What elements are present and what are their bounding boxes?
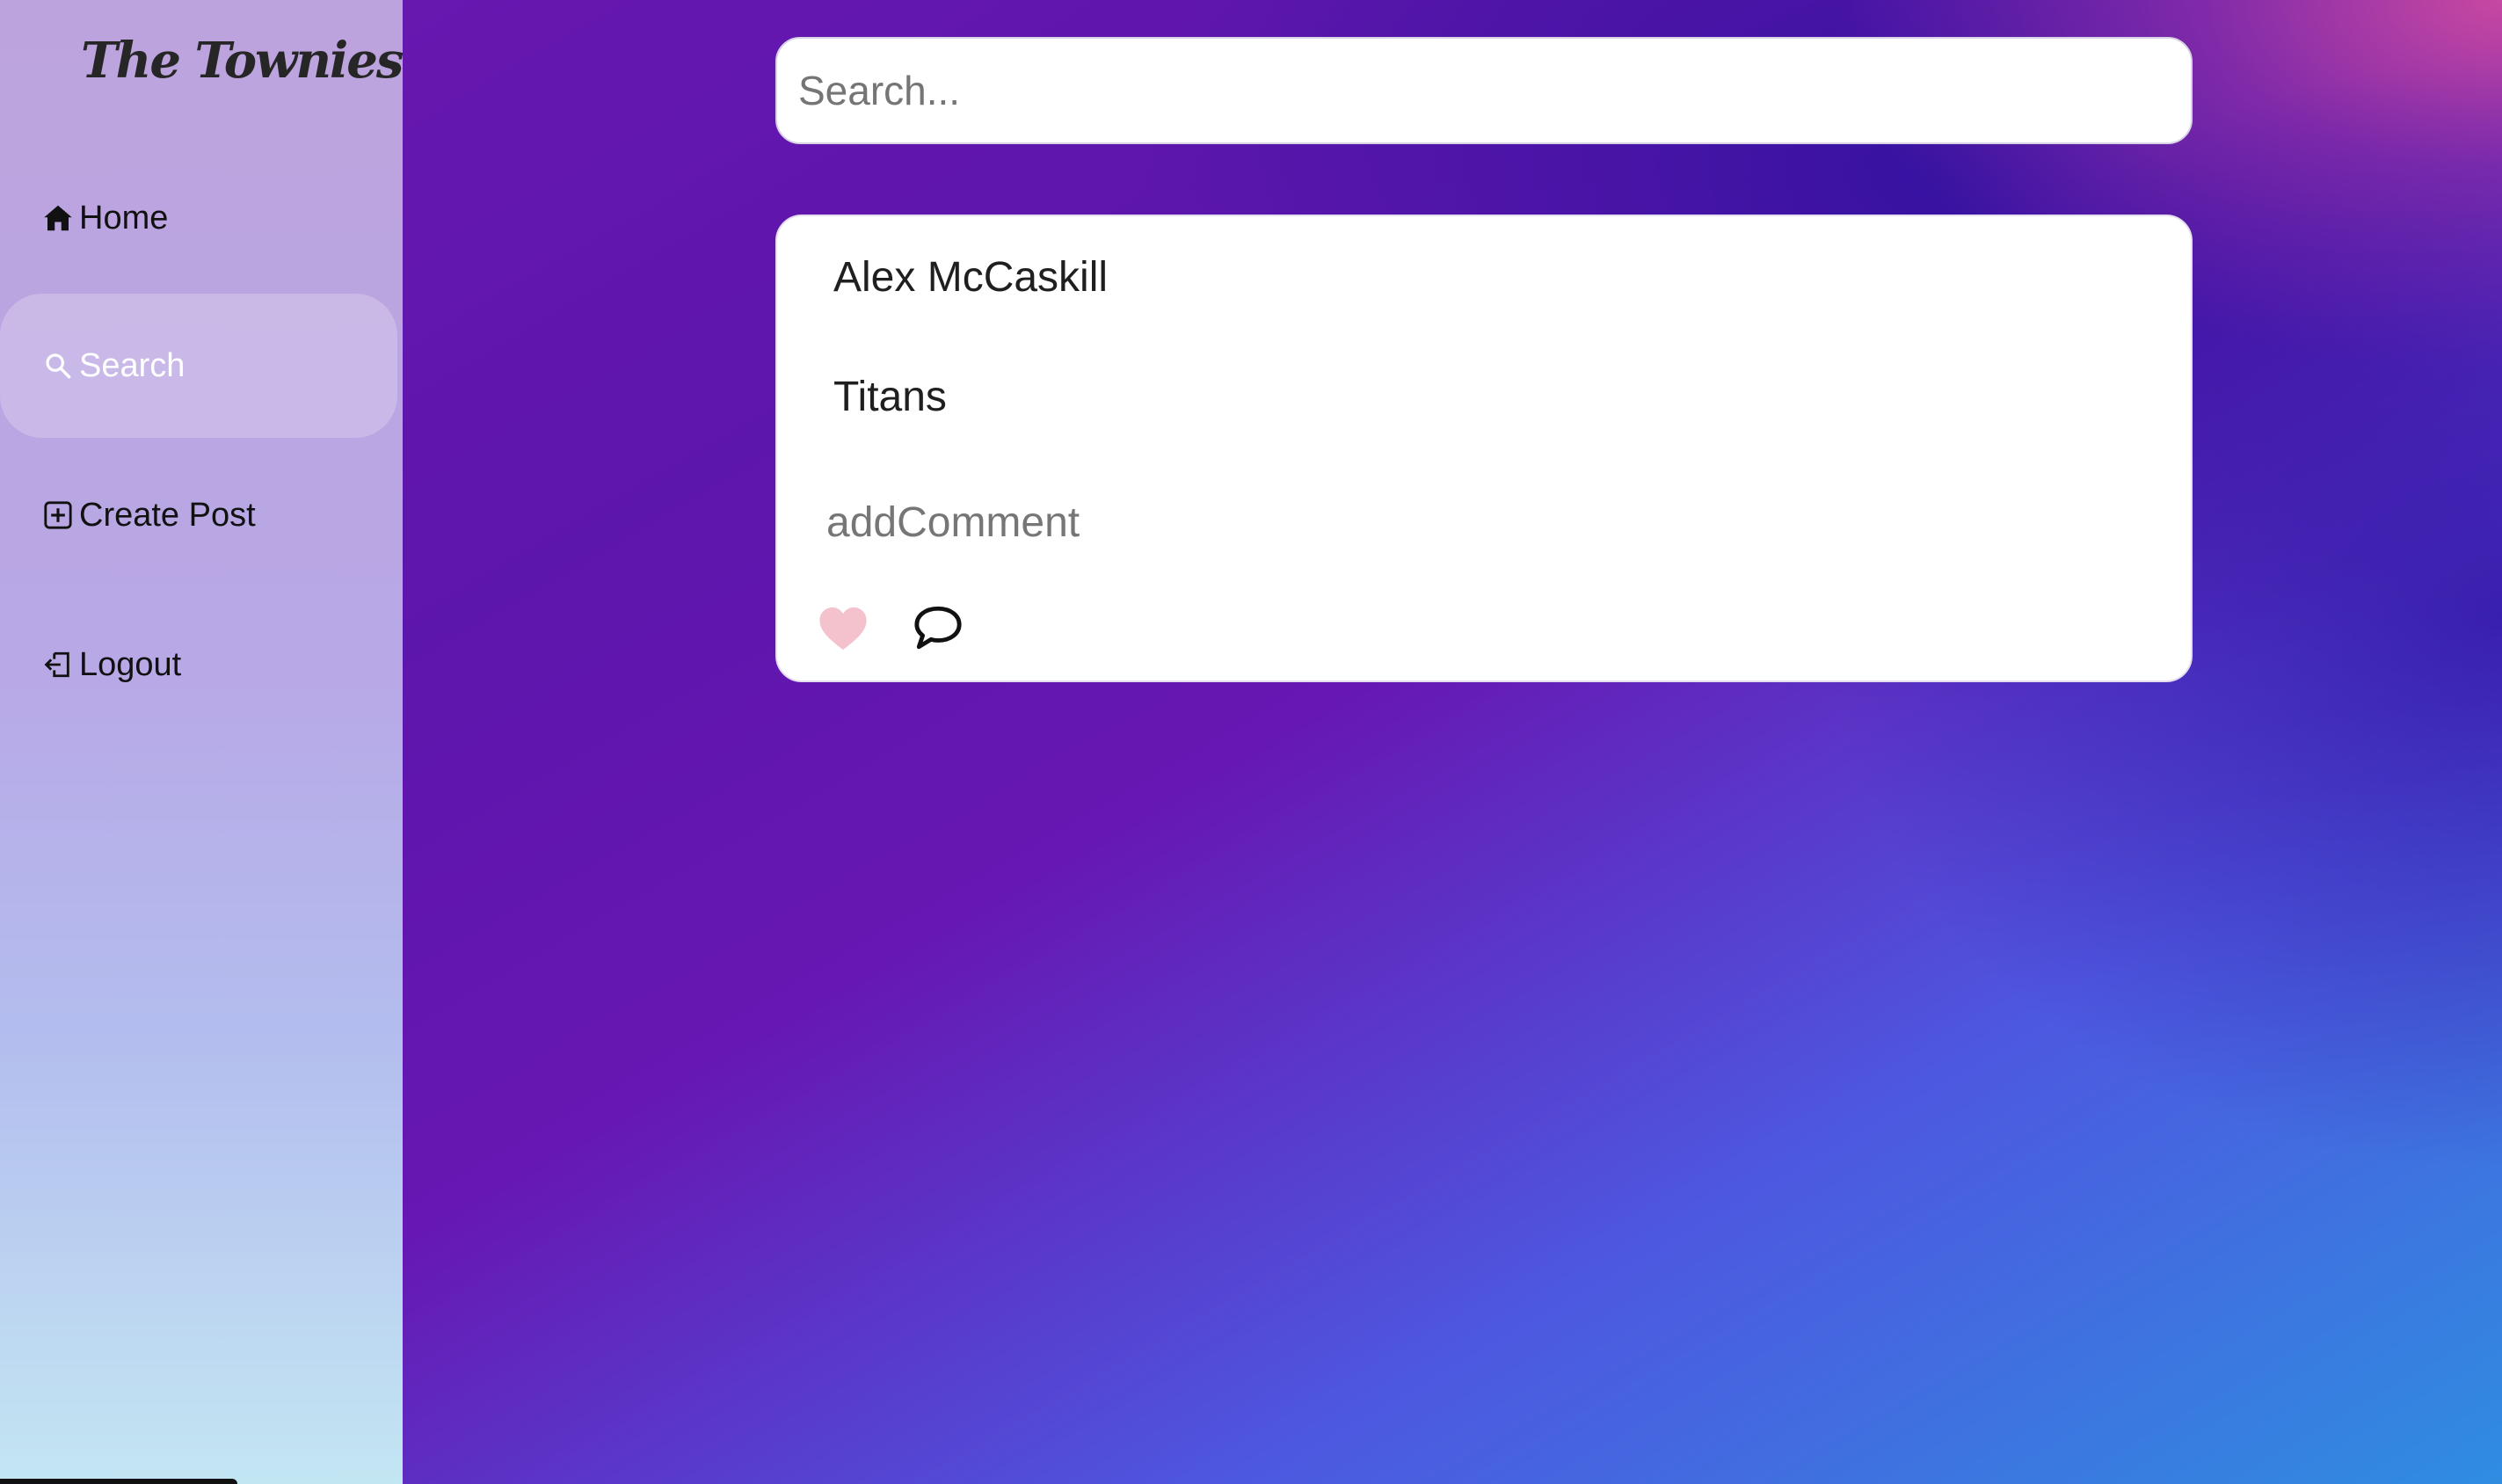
sidebar-item-search[interactable]: Search bbox=[0, 294, 397, 438]
bottom-scroll-bar bbox=[0, 1479, 237, 1484]
sidebar-item-create-post[interactable]: Create Post bbox=[0, 443, 397, 587]
comment-button[interactable] bbox=[913, 603, 964, 652]
post-author[interactable]: Alex McCaskill bbox=[833, 253, 1108, 302]
app-logo[interactable]: The Townies bbox=[81, 32, 404, 90]
sidebar-item-label: Logout bbox=[79, 645, 182, 683]
home-icon bbox=[42, 202, 74, 234]
like-button[interactable] bbox=[818, 605, 869, 652]
sidebar-item-label: Create Post bbox=[79, 496, 256, 534]
sidebar-item-label: Search bbox=[79, 346, 185, 384]
sidebar-item-logout[interactable]: Logout bbox=[0, 593, 397, 737]
speech-bubble-icon bbox=[914, 606, 962, 650]
sidebar-item-label: Home bbox=[79, 199, 169, 236]
post-text: Titans bbox=[833, 374, 947, 420]
logout-icon bbox=[42, 649, 74, 680]
search-result-card: Alex McCaskill Titans bbox=[775, 215, 2193, 682]
sidebar-item-home[interactable]: Home bbox=[0, 146, 397, 290]
add-comment-input[interactable] bbox=[826, 491, 1618, 554]
sidebar: The Townies Home Search Create Post Logo… bbox=[0, 0, 404, 1484]
plus-square-icon bbox=[42, 499, 74, 531]
heart-icon bbox=[819, 607, 867, 651]
search-box bbox=[775, 37, 2193, 144]
search-input[interactable] bbox=[777, 39, 2191, 142]
search-icon bbox=[42, 350, 74, 382]
app-root: The Townies Home Search Create Post Logo… bbox=[0, 0, 2502, 1484]
